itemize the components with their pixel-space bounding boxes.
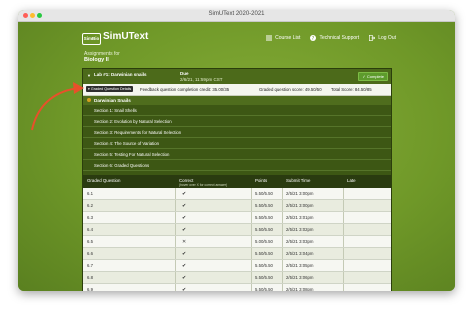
- annotation-arrow: [31, 82, 84, 131]
- app-window: SimUText 2020-2021 SimBio SimUText Cours…: [18, 10, 455, 291]
